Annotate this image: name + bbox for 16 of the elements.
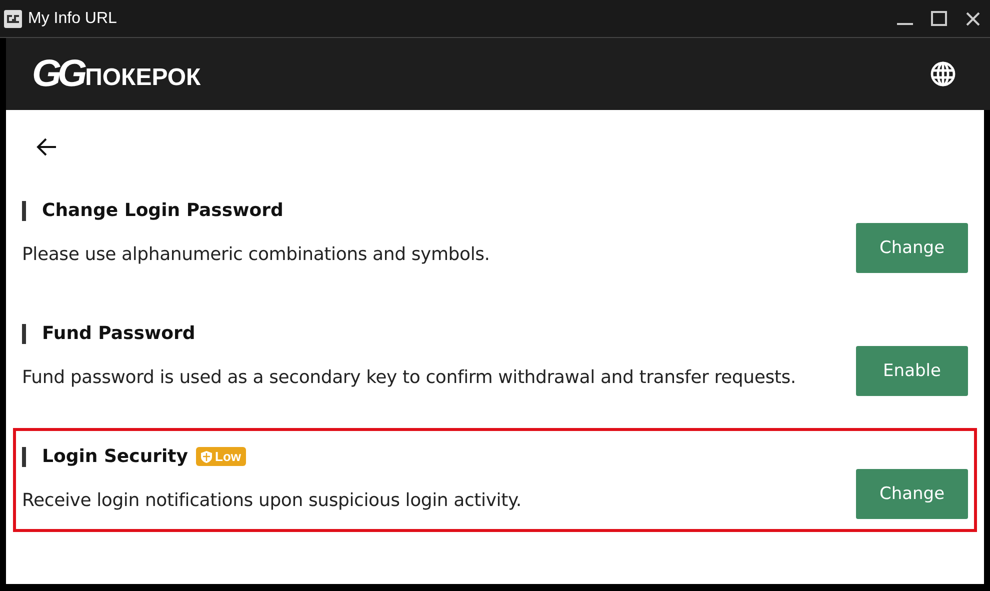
action-button[interactable]: Change — [856, 223, 968, 273]
action-button[interactable]: Change — [856, 469, 968, 519]
section-title: Change Login Password — [42, 200, 284, 221]
section-description: Receive login notifications upon suspicious login activity. — [22, 490, 522, 511]
app-icon — [4, 10, 22, 28]
action-button[interactable]: Enable — [856, 346, 968, 396]
close-icon[interactable] — [964, 10, 982, 28]
window-title: My Info URL — [28, 10, 117, 28]
section-title: Fund Password — [42, 323, 196, 344]
risk-badge: Low — [196, 447, 246, 466]
section-title: Login Security — [42, 446, 188, 467]
section-description: Fund password is used as a secondary key to confirm withdrawal and transfer requests. — [22, 367, 797, 388]
globe-icon[interactable] — [930, 61, 956, 87]
section-description: Please use alphanumeric combinations and symbols. — [22, 244, 491, 265]
maximize-icon[interactable] — [930, 10, 948, 28]
brand-logo: GGПОКЕРОК — [32, 55, 201, 93]
